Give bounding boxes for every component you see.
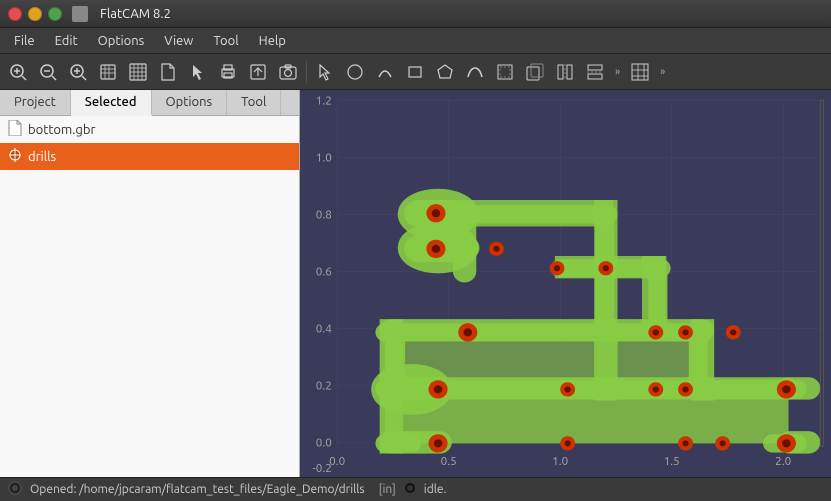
canvas-area[interactable]: 1.2 1.0 0.8 0.6 0.4 0.2 0.0 -0.2 0.0 0.5… xyxy=(300,90,831,477)
svg-text:1.2: 1.2 xyxy=(316,94,332,107)
tree-item-drills[interactable]: drills xyxy=(0,143,299,170)
separator-1 xyxy=(306,61,307,83)
flip-h-tool[interactable] xyxy=(551,58,579,86)
menu-edit[interactable]: Edit xyxy=(45,32,88,50)
window-title: FlatCAM 8.2 xyxy=(100,7,171,21)
select-button[interactable] xyxy=(184,58,212,86)
path-tool[interactable] xyxy=(461,58,489,86)
zoom-out-button[interactable] xyxy=(34,58,62,86)
flip-v-tool[interactable] xyxy=(581,58,609,86)
menu-tool[interactable]: Tool xyxy=(203,32,248,50)
new-button[interactable] xyxy=(154,58,182,86)
export-button[interactable] xyxy=(244,58,272,86)
app-icon xyxy=(72,6,88,22)
close-button[interactable] xyxy=(8,7,22,21)
tab-selected[interactable]: Selected xyxy=(71,90,152,116)
tree-item-drills-label: drills xyxy=(28,150,56,164)
rect-tool[interactable] xyxy=(401,58,429,86)
main-area: Project Selected Options Tool bottom.gbr xyxy=(0,90,831,477)
svg-text:0.5: 0.5 xyxy=(441,455,457,468)
move-tool[interactable] xyxy=(491,58,519,86)
more-button-1[interactable]: » xyxy=(611,66,624,78)
arc-tool[interactable] xyxy=(371,58,399,86)
tree-item-label: bottom.gbr xyxy=(28,123,95,137)
replot-button[interactable] xyxy=(124,58,152,86)
tab-project[interactable]: Project xyxy=(0,90,71,115)
svg-text:0.6: 0.6 xyxy=(316,266,332,279)
minimize-button[interactable] xyxy=(28,7,42,21)
tab-tool[interactable]: Tool xyxy=(227,90,281,115)
menu-options[interactable]: Options xyxy=(88,32,155,50)
cursor-tool[interactable] xyxy=(311,58,339,86)
menubar: File Edit Options View Tool Help xyxy=(0,28,831,54)
drill-icon xyxy=(8,147,22,166)
statusbar: Opened: /home/jpcaram/flatcam_test_files… xyxy=(0,477,831,501)
menu-help[interactable]: Help xyxy=(249,32,296,50)
file-icon xyxy=(8,120,22,139)
menu-view[interactable]: View xyxy=(154,32,203,50)
grid-button[interactable] xyxy=(626,58,654,86)
toolbar: » » xyxy=(0,54,831,90)
idle-icon xyxy=(404,482,416,497)
status-unit: [in] xyxy=(379,483,396,496)
pcb-view: 1.2 1.0 0.8 0.6 0.4 0.2 0.0 -0.2 0.0 0.5… xyxy=(300,90,831,477)
more-button-2[interactable]: » xyxy=(656,66,669,78)
svg-text:1.5: 1.5 xyxy=(664,455,680,468)
titlebar: FlatCAM 8.2 xyxy=(0,0,831,28)
svg-text:1.0: 1.0 xyxy=(316,152,332,165)
circle-tool[interactable] xyxy=(341,58,369,86)
file-tree: bottom.gbr drills xyxy=(0,116,299,477)
svg-text:0.0: 0.0 xyxy=(329,455,345,468)
svg-text:1.0: 1.0 xyxy=(552,455,568,468)
poly-tool[interactable] xyxy=(431,58,459,86)
status-text: Opened: /home/jpcaram/flatcam_test_files… xyxy=(30,483,365,496)
zoom-in-button[interactable] xyxy=(64,58,92,86)
svg-text:0.0: 0.0 xyxy=(316,437,332,450)
redraw-button[interactable] xyxy=(94,58,122,86)
camera-button[interactable] xyxy=(274,58,302,86)
svg-text:0.2: 0.2 xyxy=(316,380,332,393)
tab-options[interactable]: Options xyxy=(152,90,228,115)
status-icon xyxy=(8,481,22,498)
maximize-button[interactable] xyxy=(48,7,62,21)
left-panel: Project Selected Options Tool bottom.gbr xyxy=(0,90,300,477)
svg-text:0.4: 0.4 xyxy=(316,323,332,336)
menu-file[interactable]: File xyxy=(4,32,45,50)
idle-text: idle. xyxy=(424,483,447,496)
svg-text:2.0: 2.0 xyxy=(775,455,791,468)
copy-tool[interactable] xyxy=(521,58,549,86)
svg-text:0.8: 0.8 xyxy=(316,209,332,222)
print-button[interactable] xyxy=(214,58,242,86)
zoom-fit-button[interactable] xyxy=(4,58,32,86)
tab-bar: Project Selected Options Tool xyxy=(0,90,299,116)
tree-item-bottom-gbr[interactable]: bottom.gbr xyxy=(0,116,299,143)
